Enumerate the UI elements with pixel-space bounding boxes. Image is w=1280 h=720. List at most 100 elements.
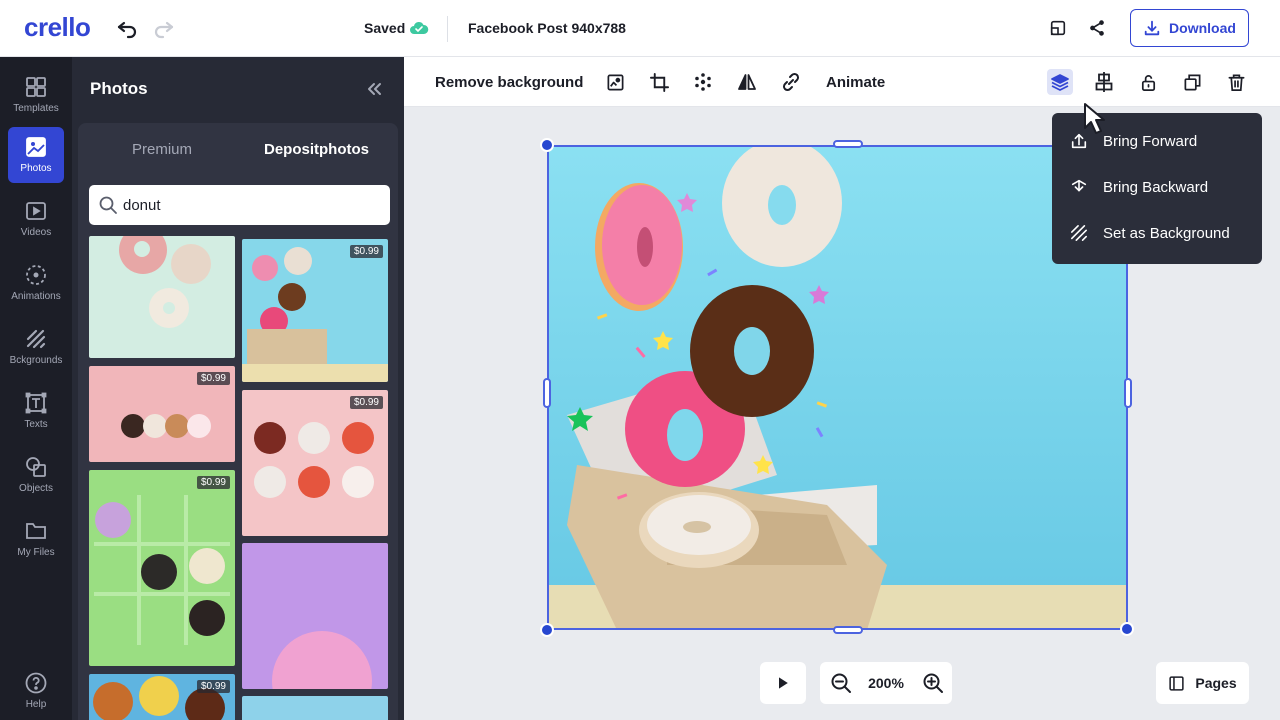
- search-input[interactable]: [123, 185, 383, 225]
- nav-photos[interactable]: Photos: [8, 127, 64, 183]
- resize-handle-bottom[interactable]: [833, 626, 863, 634]
- price-badge: $0.99: [196, 476, 230, 489]
- crop-icon[interactable]: [646, 69, 672, 95]
- nav-label: Templates: [13, 103, 59, 114]
- bring-backward-icon: [1071, 179, 1087, 192]
- photo-thumbnail[interactable]: [89, 236, 235, 358]
- nav-label: Bckgrounds: [9, 355, 63, 366]
- zoom-control: 200%: [820, 662, 952, 704]
- animate-button[interactable]: Animate: [826, 74, 885, 91]
- nav-label: My Files: [17, 547, 55, 558]
- document-title[interactable]: Facebook Post 940x788: [468, 20, 626, 36]
- menu-item-label: Set as Background: [1103, 224, 1230, 242]
- nav-animations[interactable]: Animations: [8, 255, 64, 311]
- lock-icon[interactable]: [1135, 69, 1161, 95]
- search-icon: [99, 196, 117, 214]
- photo-source-panel: Premium Depositphotos $0.99: [78, 123, 398, 720]
- photo-thumbnail[interactable]: $0.99: [242, 390, 388, 536]
- menu-bring-backward[interactable]: Bring Backward: [1052, 167, 1262, 207]
- nav-videos[interactable]: Videos: [8, 191, 64, 247]
- resize-icon[interactable]: [1044, 14, 1072, 42]
- link-icon[interactable]: [778, 69, 804, 95]
- mouse-cursor-icon: [1082, 102, 1110, 136]
- download-label: Download: [1169, 20, 1236, 36]
- delete-icon[interactable]: [1223, 69, 1249, 95]
- search-box: [89, 185, 390, 225]
- pages-label: Pages: [1195, 675, 1237, 691]
- photos-icon: [26, 137, 46, 157]
- tab-premium[interactable]: Premium: [132, 141, 192, 158]
- tab-depositphotos[interactable]: Depositphotos: [264, 141, 369, 158]
- nav-templates[interactable]: Templates: [8, 67, 64, 123]
- photo-thumbnail[interactable]: [242, 543, 388, 689]
- animations-icon: [26, 265, 46, 285]
- resize-handle-right[interactable]: [1124, 378, 1132, 408]
- videos-icon: [26, 202, 46, 220]
- price-badge: $0.99: [349, 396, 383, 409]
- resize-handle-top-left[interactable]: [540, 138, 554, 152]
- price-badge: $0.99: [349, 245, 383, 258]
- align-icon[interactable]: [1091, 69, 1117, 95]
- divider: [447, 16, 448, 42]
- help-icon: [25, 672, 47, 694]
- undo-icon[interactable]: [113, 14, 141, 42]
- panel-title: Photos: [90, 79, 148, 98]
- top-bar: crello Saved Facebook Post 940x788 Downl…: [0, 0, 1280, 57]
- nav-help[interactable]: Help: [8, 663, 64, 719]
- zoom-out-icon[interactable]: [830, 672, 852, 694]
- menu-item-label: Bring Backward: [1103, 178, 1209, 196]
- nav-label: Help: [25, 699, 47, 710]
- redo-icon[interactable]: [150, 14, 178, 42]
- photo-thumbnail[interactable]: $0.99: [89, 470, 235, 666]
- templates-icon: [26, 77, 46, 97]
- play-icon: [779, 677, 788, 689]
- photo-thumbnail[interactable]: [242, 696, 388, 720]
- zoom-value: 200%: [868, 675, 904, 691]
- nav-label: Objects: [19, 483, 53, 494]
- menu-set-as-background[interactable]: Set as Background: [1052, 213, 1262, 253]
- filters-icon[interactable]: [690, 69, 716, 95]
- photo-thumbnail[interactable]: $0.99: [89, 366, 235, 462]
- nav-label: Texts: [24, 419, 48, 430]
- pages-button[interactable]: Pages: [1156, 662, 1249, 704]
- download-button[interactable]: Download: [1130, 9, 1249, 47]
- download-icon: [1144, 20, 1160, 36]
- collapse-panel-icon[interactable]: [362, 77, 386, 101]
- nav-backgrounds[interactable]: Bckgrounds: [8, 319, 64, 375]
- context-toolbar: Remove background Animate: [404, 57, 1280, 107]
- photos-panel: Photos Premium Depositphotos $0.99: [72, 57, 404, 720]
- objects-icon: [26, 457, 46, 477]
- folder-icon: [26, 523, 46, 539]
- resize-handle-bottom-left[interactable]: [540, 623, 554, 637]
- saved-status: Saved: [364, 20, 406, 36]
- crello-logo[interactable]: crello: [24, 12, 91, 43]
- cloud-check-icon: [409, 19, 429, 37]
- adjust-icon[interactable]: [602, 69, 628, 95]
- left-nav: Templates Photos Videos Animations Bckgr…: [0, 57, 72, 720]
- nav-label: Animations: [11, 291, 61, 302]
- play-button[interactable]: [760, 662, 806, 704]
- photo-thumbnail[interactable]: $0.99: [242, 239, 388, 382]
- resize-handle-top[interactable]: [833, 140, 863, 148]
- price-badge: $0.99: [196, 680, 230, 693]
- backgrounds-icon: [26, 329, 46, 349]
- background-icon: [1070, 224, 1088, 242]
- share-icon[interactable]: [1083, 14, 1111, 42]
- pages-icon: [1169, 675, 1185, 691]
- nav-my-files[interactable]: My Files: [8, 511, 64, 567]
- photo-thumbnail[interactable]: $0.99: [89, 674, 235, 720]
- resize-handle-bottom-right[interactable]: [1120, 622, 1134, 636]
- flip-icon[interactable]: [734, 69, 760, 95]
- layers-icon[interactable]: [1047, 69, 1073, 95]
- nav-objects[interactable]: Objects: [8, 447, 64, 503]
- remove-background-button[interactable]: Remove background: [435, 74, 583, 91]
- resize-handle-left[interactable]: [543, 378, 551, 408]
- zoom-in-icon[interactable]: [922, 672, 944, 694]
- menu-item-label: Bring Forward: [1103, 132, 1198, 150]
- nav-label: Videos: [20, 227, 52, 238]
- duplicate-icon[interactable]: [1179, 69, 1205, 95]
- selection-frame: [547, 145, 1128, 630]
- texts-icon: [25, 392, 47, 414]
- nav-texts[interactable]: Texts: [8, 383, 64, 439]
- price-badge: $0.99: [196, 372, 230, 385]
